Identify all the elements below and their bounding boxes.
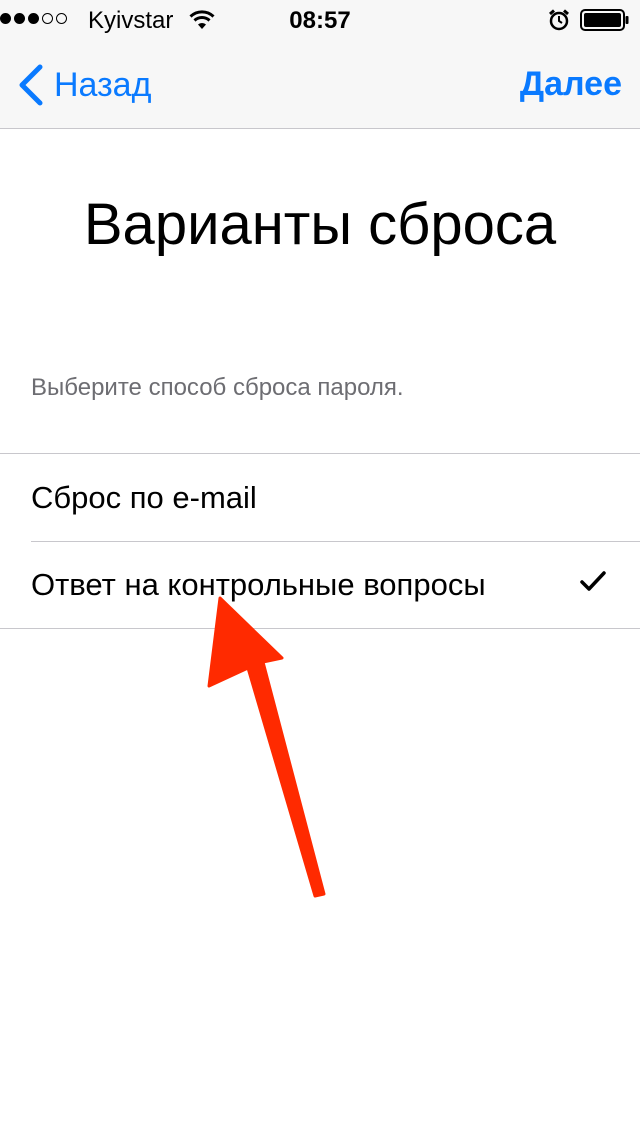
page-title: Варианты сброса: [83, 192, 557, 257]
option-email-reset[interactable]: Сброс по e-mail: [0, 454, 640, 541]
status-time: 08:57: [289, 7, 351, 34]
back-button[interactable]: Назад: [16, 62, 151, 108]
back-button-label: Назад: [54, 66, 152, 104]
alarm-clock-icon: [548, 9, 570, 36]
status-bar: Kyivstar 08:57: [0, 0, 640, 40]
battery-icon: [580, 9, 630, 36]
section-header: Выберите способ сброса пароля.: [31, 374, 404, 401]
navigation-bar: Назад Далее: [0, 40, 640, 129]
next-button[interactable]: Далее: [520, 64, 622, 104]
checkmark-icon: [580, 571, 606, 598]
chevron-left-icon: [19, 64, 43, 106]
arrow-up-icon: [190, 590, 340, 915]
option-label: Сброс по e-mail: [31, 480, 257, 515]
